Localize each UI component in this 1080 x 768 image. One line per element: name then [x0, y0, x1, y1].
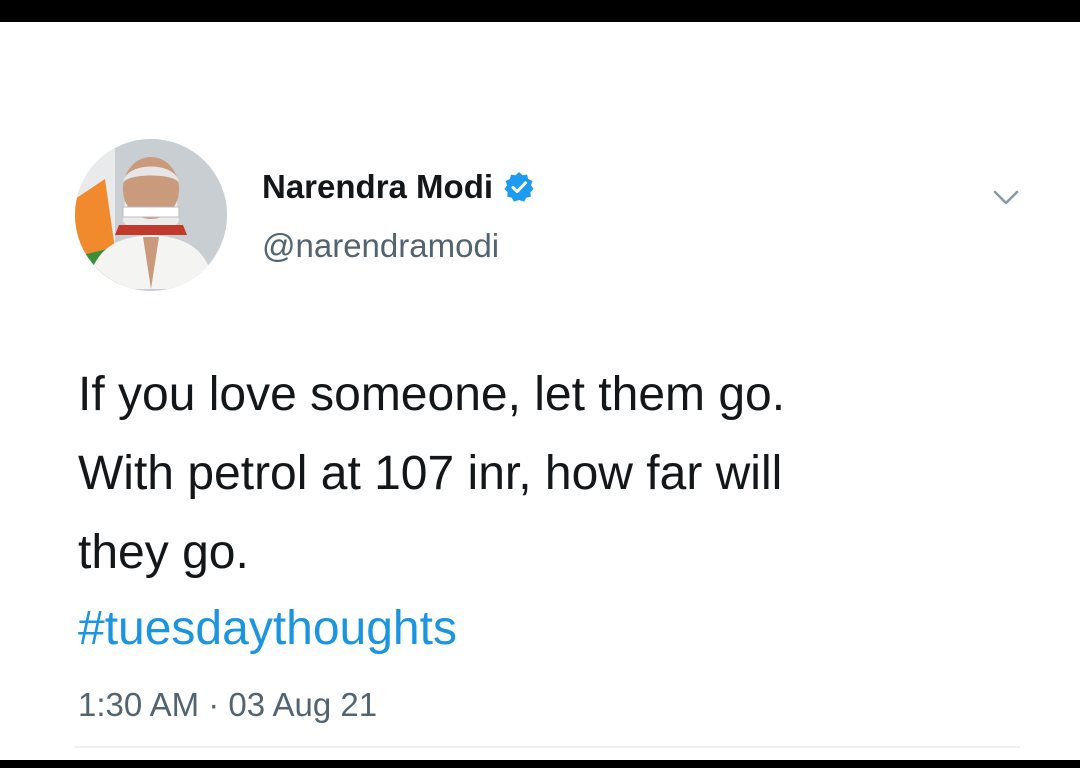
profile-avatar[interactable] — [75, 139, 227, 291]
tweet-timestamp[interactable]: 1:30 AM · 03 Aug 21 — [78, 686, 377, 724]
bottom-black-bar — [0, 760, 1080, 768]
tweet-text: If you love someone, let them go. With p… — [78, 355, 1038, 592]
tweet-text-line: If you love someone, let them go. — [78, 368, 786, 421]
tweet-card: Narendra Modi @narendramodi If you love … — [0, 22, 1080, 760]
hashtag-link[interactable]: #tuesdaythoughts — [78, 589, 457, 668]
author-handle[interactable]: @narendramodi — [262, 227, 499, 265]
top-black-bar — [0, 0, 1080, 22]
author-name[interactable]: Narendra Modi — [262, 168, 535, 206]
chevron-down-icon[interactable] — [990, 182, 1022, 214]
tweet-text-line: With petrol at 107 inr, how far will — [78, 447, 783, 500]
tweet-text-line: they go. — [78, 526, 249, 579]
divider — [75, 746, 1020, 748]
verified-badge-icon — [503, 171, 535, 203]
author-name-text: Narendra Modi — [262, 168, 494, 205]
